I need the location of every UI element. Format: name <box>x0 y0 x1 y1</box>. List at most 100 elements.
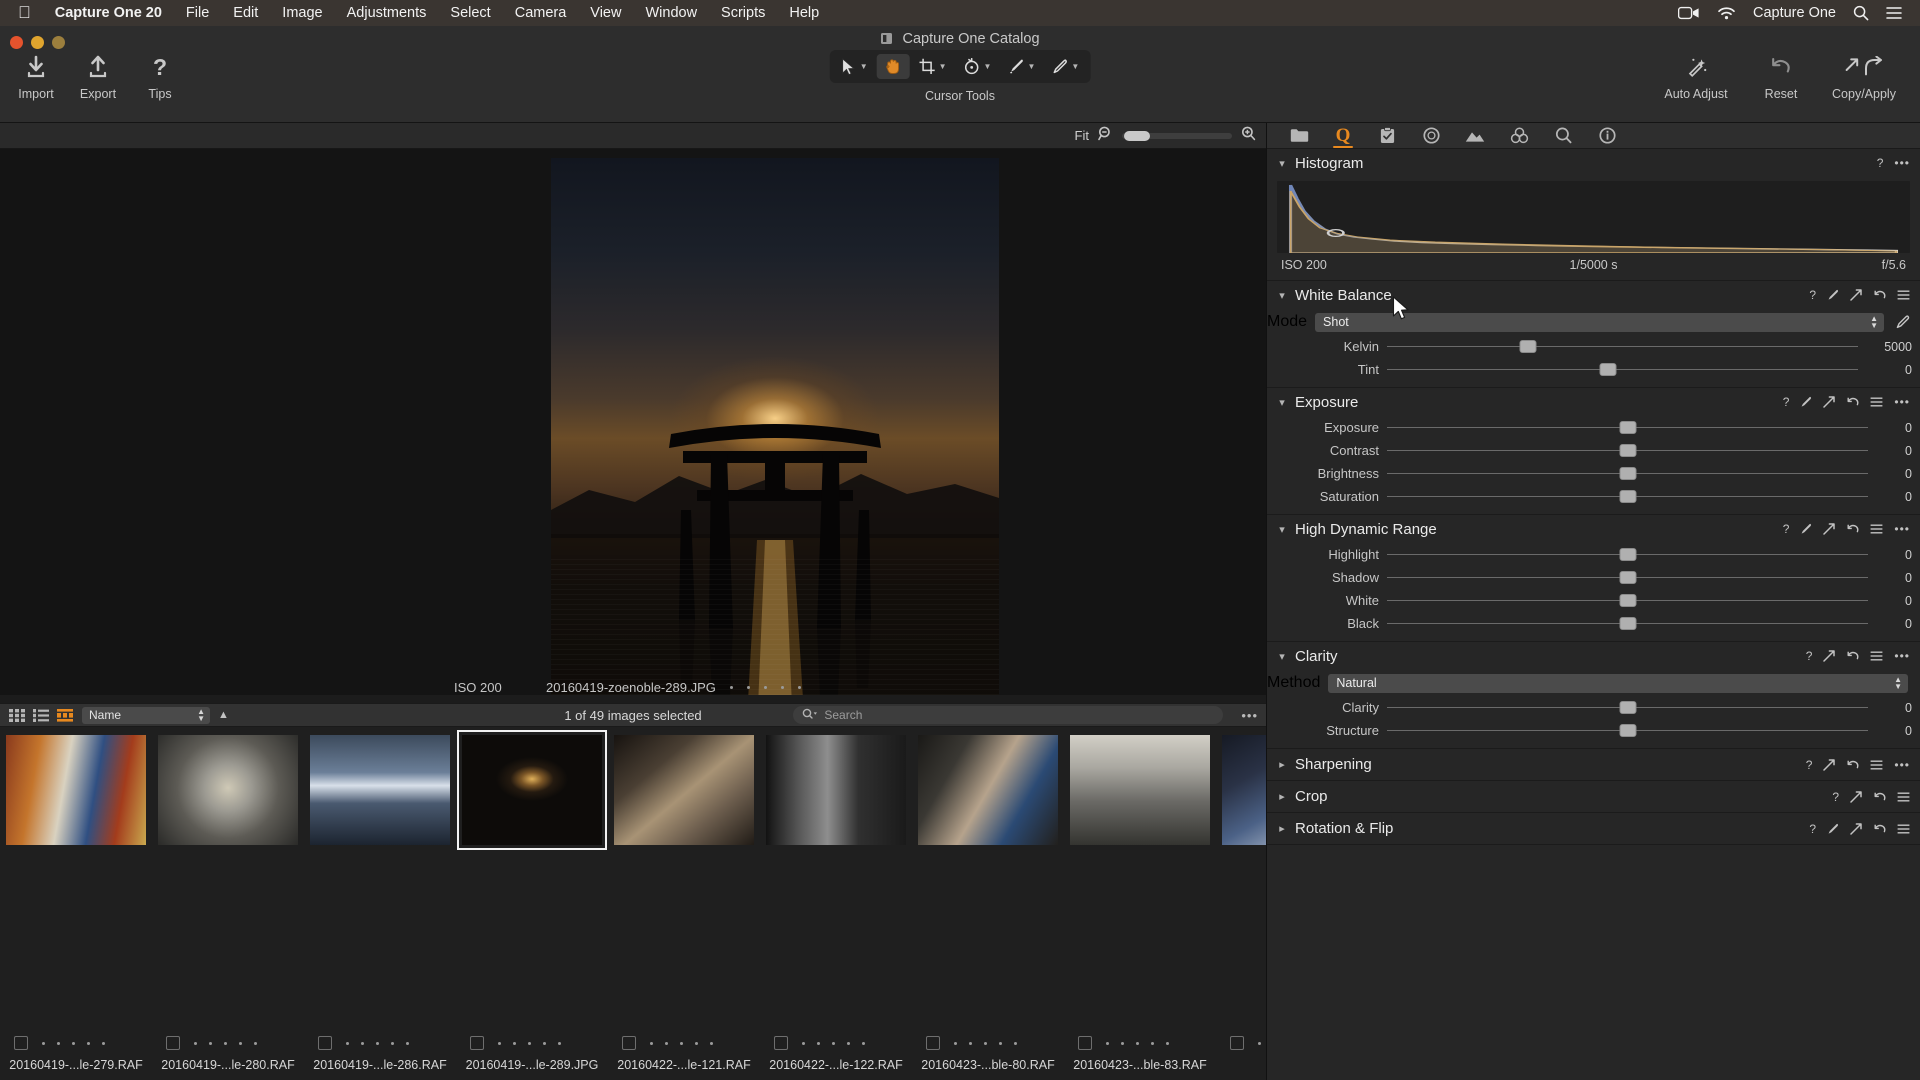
quick-tab[interactable]: Q <box>1321 123 1365 149</box>
export-button[interactable]: Export <box>67 54 129 101</box>
thumbnail-image[interactable] <box>462 735 602 845</box>
undo-icon[interactable] <box>1846 396 1859 408</box>
select-checkbox[interactable] <box>470 1036 484 1050</box>
slider-thumb[interactable] <box>1619 617 1636 630</box>
brightness-value[interactable]: 0 <box>1876 467 1912 481</box>
slider-thumb[interactable] <box>1600 363 1617 376</box>
details-tab[interactable] <box>1541 123 1585 149</box>
slider-thumb[interactable] <box>1619 490 1636 503</box>
help-icon[interactable]: ? <box>1832 790 1839 804</box>
black-slider[interactable] <box>1387 616 1868 632</box>
thumbnail-image[interactable] <box>918 735 1058 845</box>
reset-arrow-icon[interactable] <box>1850 823 1862 835</box>
menu-view[interactable]: View <box>578 5 633 21</box>
lens-tab[interactable] <box>1409 123 1453 149</box>
menu-window[interactable]: Window <box>633 5 709 21</box>
shadow-slider[interactable] <box>1387 570 1868 586</box>
thumbnail-image[interactable] <box>614 735 754 845</box>
select-checkbox[interactable] <box>622 1036 636 1050</box>
menu-icon[interactable] <box>1870 651 1883 661</box>
rating-dots[interactable] <box>650 1042 713 1045</box>
hdr-tool-header[interactable]: ▾ High Dynamic Range ? ••• <box>1267 515 1920 543</box>
picker-icon[interactable] <box>1827 289 1839 301</box>
chevron-right-icon[interactable]: ▸ <box>1275 790 1289 803</box>
thumbnail-image[interactable] <box>6 735 146 845</box>
thumbnail-image[interactable] <box>310 735 450 845</box>
brightness-slider[interactable] <box>1387 466 1868 482</box>
more-icon[interactable]: ••• <box>1894 649 1910 663</box>
grid-view-icon[interactable] <box>8 708 26 723</box>
rating-dots[interactable] <box>802 1042 865 1045</box>
rating-dots[interactable] <box>1258 1042 1261 1045</box>
search-input[interactable]: Search <box>793 706 1223 724</box>
shadow-value[interactable]: 0 <box>1876 571 1912 585</box>
clarity-slider[interactable] <box>1387 700 1868 716</box>
exposure-value[interactable]: 0 <box>1876 421 1912 435</box>
screen-record-icon[interactable] <box>1678 6 1700 20</box>
thumbnail-image[interactable] <box>1222 735 1266 845</box>
library-tab[interactable] <box>1277 123 1321 149</box>
histogram-tool-header[interactable]: ▾ Histogram ? ••• <box>1267 149 1920 177</box>
undo-icon[interactable] <box>1873 823 1886 835</box>
contrast-value[interactable]: 0 <box>1876 444 1912 458</box>
reset-arrow-icon[interactable] <box>1850 791 1862 803</box>
help-icon[interactable]: ? <box>1877 156 1884 170</box>
spotlight-search-icon[interactable] <box>1853 5 1869 21</box>
list-item[interactable]: 20160423-...ble-83.RAF <box>1064 727 1216 1080</box>
structure-slider[interactable] <box>1387 723 1868 739</box>
list-item[interactable]: 20160419-...le-279.RAF <box>0 727 152 1080</box>
menu-icon[interactable] <box>1897 290 1910 300</box>
reset-arrow-icon[interactable] <box>1823 396 1835 408</box>
more-options-icon[interactable]: ••• <box>1241 708 1258 723</box>
picker-icon[interactable] <box>1800 396 1812 408</box>
menu-adjustments[interactable]: Adjustments <box>335 5 439 21</box>
highlight-slider[interactable] <box>1387 547 1868 563</box>
chevron-down-icon[interactable]: ▾ <box>1275 396 1289 409</box>
menu-icon[interactable] <box>1870 524 1883 534</box>
help-icon[interactable]: ? <box>1783 522 1790 536</box>
tint-value[interactable]: 0 <box>1866 363 1912 377</box>
slider-thumb[interactable] <box>1520 340 1537 353</box>
wifi-icon[interactable] <box>1717 6 1736 20</box>
heal-tool[interactable]: ▼ <box>1044 55 1086 78</box>
black-value[interactable]: 0 <box>1876 617 1912 631</box>
slider-thumb[interactable] <box>1619 467 1636 480</box>
capture-tab[interactable] <box>1365 123 1409 149</box>
menu-edit[interactable]: Edit <box>221 5 270 21</box>
import-button[interactable]: Import <box>5 54 67 101</box>
rating-dots[interactable] <box>1106 1042 1169 1045</box>
menubar-app-name[interactable]: Capture One 20 <box>43 5 174 21</box>
zoom-slider[interactable] <box>1122 133 1232 139</box>
undo-icon[interactable] <box>1846 759 1859 771</box>
chevron-down-icon[interactable]: ▾ <box>1275 289 1289 302</box>
rotate-tool[interactable]: ▼ <box>956 55 999 78</box>
list-item[interactable]: 201604 <box>1216 727 1266 1080</box>
more-icon[interactable]: ••• <box>1894 395 1910 409</box>
picker-icon[interactable] <box>1800 523 1812 535</box>
draw-mask-tool[interactable]: ▼ <box>1000 55 1042 78</box>
more-icon[interactable]: ••• <box>1894 156 1910 170</box>
structure-value[interactable]: 0 <box>1876 724 1912 738</box>
zoom-in-icon[interactable] <box>1241 126 1256 146</box>
clarity-value[interactable]: 0 <box>1876 701 1912 715</box>
chevron-down-icon[interactable]: ▾ <box>1275 650 1289 663</box>
tint-slider[interactable] <box>1387 362 1858 378</box>
menu-icon[interactable] <box>1870 397 1883 407</box>
reset-arrow-icon[interactable] <box>1823 523 1835 535</box>
white-slider[interactable] <box>1387 593 1868 609</box>
menu-select[interactable]: Select <box>438 5 502 21</box>
clarity-method-select[interactable]: Natural ▲▼ <box>1328 674 1908 693</box>
search-dropdown-icon[interactable] <box>802 708 818 723</box>
slider-thumb[interactable] <box>1619 594 1636 607</box>
slider-thumb[interactable] <box>1619 444 1636 457</box>
viewer-rating-dots[interactable] <box>730 686 801 689</box>
chevron-down-icon[interactable]: ▾ <box>1275 523 1289 536</box>
color-tab[interactable] <box>1497 123 1541 149</box>
list-view-icon[interactable] <box>32 708 50 723</box>
tips-button[interactable]: ? Tips <box>129 54 191 101</box>
contrast-slider[interactable] <box>1387 443 1868 459</box>
slider-thumb[interactable] <box>1619 548 1636 561</box>
chevron-down-icon[interactable]: ▾ <box>1275 157 1289 170</box>
more-icon[interactable]: ••• <box>1894 522 1910 536</box>
kelvin-value[interactable]: 5000 <box>1866 340 1912 354</box>
